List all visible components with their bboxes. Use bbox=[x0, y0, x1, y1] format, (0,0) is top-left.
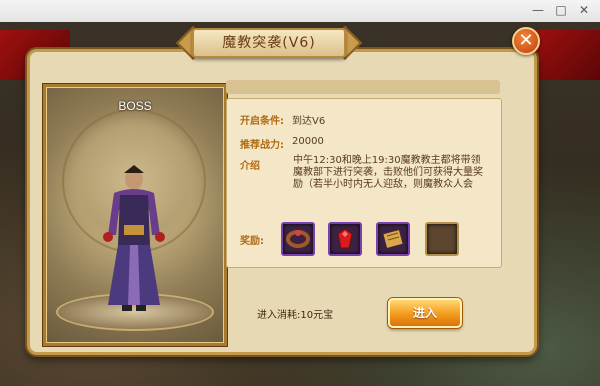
intro-label: 介绍 bbox=[240, 161, 260, 172]
power-label: 推荐战力: bbox=[240, 140, 284, 151]
reward-item-empty[interactable] bbox=[425, 222, 459, 256]
intro-row: 介绍 bbox=[240, 157, 260, 172]
condition-value: 到达V6 bbox=[292, 116, 326, 127]
close-icon: ✕ bbox=[518, 30, 534, 51]
condition-label: 开启条件: bbox=[240, 116, 284, 127]
reward-item-gem[interactable] bbox=[328, 222, 362, 256]
maximize-icon[interactable]: □ bbox=[553, 2, 569, 18]
cost-text: 进入消耗:10元宝 bbox=[257, 310, 334, 321]
boss-portrait: BOSS bbox=[43, 84, 227, 346]
dialog-title: 魔教突袭(V6) bbox=[192, 28, 346, 58]
bracelet-icon bbox=[286, 230, 310, 248]
info-header-strip bbox=[226, 80, 500, 94]
intro-text: 中午12:30和晚上19:30魔教教主都将带领魔教部下进行突袭，击败他们可获得大… bbox=[293, 155, 483, 190]
right-decoration bbox=[530, 30, 600, 80]
condition-row: 开启条件: bbox=[240, 112, 284, 127]
enter-button[interactable]: 进入 bbox=[388, 298, 462, 328]
reward-row: 奖励: bbox=[240, 232, 264, 247]
reward-item-bracelet[interactable] bbox=[281, 222, 315, 256]
close-button[interactable]: ✕ bbox=[512, 27, 540, 55]
scroll-icon bbox=[383, 230, 403, 248]
boss-character bbox=[103, 165, 165, 311]
boss-label: BOSS bbox=[118, 99, 152, 113]
minimize-icon[interactable]: — bbox=[530, 2, 546, 18]
power-value: 20000 bbox=[292, 136, 324, 147]
red-gem-icon bbox=[337, 228, 353, 249]
window-titlebar: — □ ✕ bbox=[0, 0, 600, 23]
window-close-icon[interactable]: ✕ bbox=[576, 2, 592, 18]
reward-label: 奖励: bbox=[240, 236, 264, 247]
reward-item-scroll[interactable] bbox=[376, 222, 410, 256]
power-row: 推荐战力: bbox=[240, 136, 284, 151]
